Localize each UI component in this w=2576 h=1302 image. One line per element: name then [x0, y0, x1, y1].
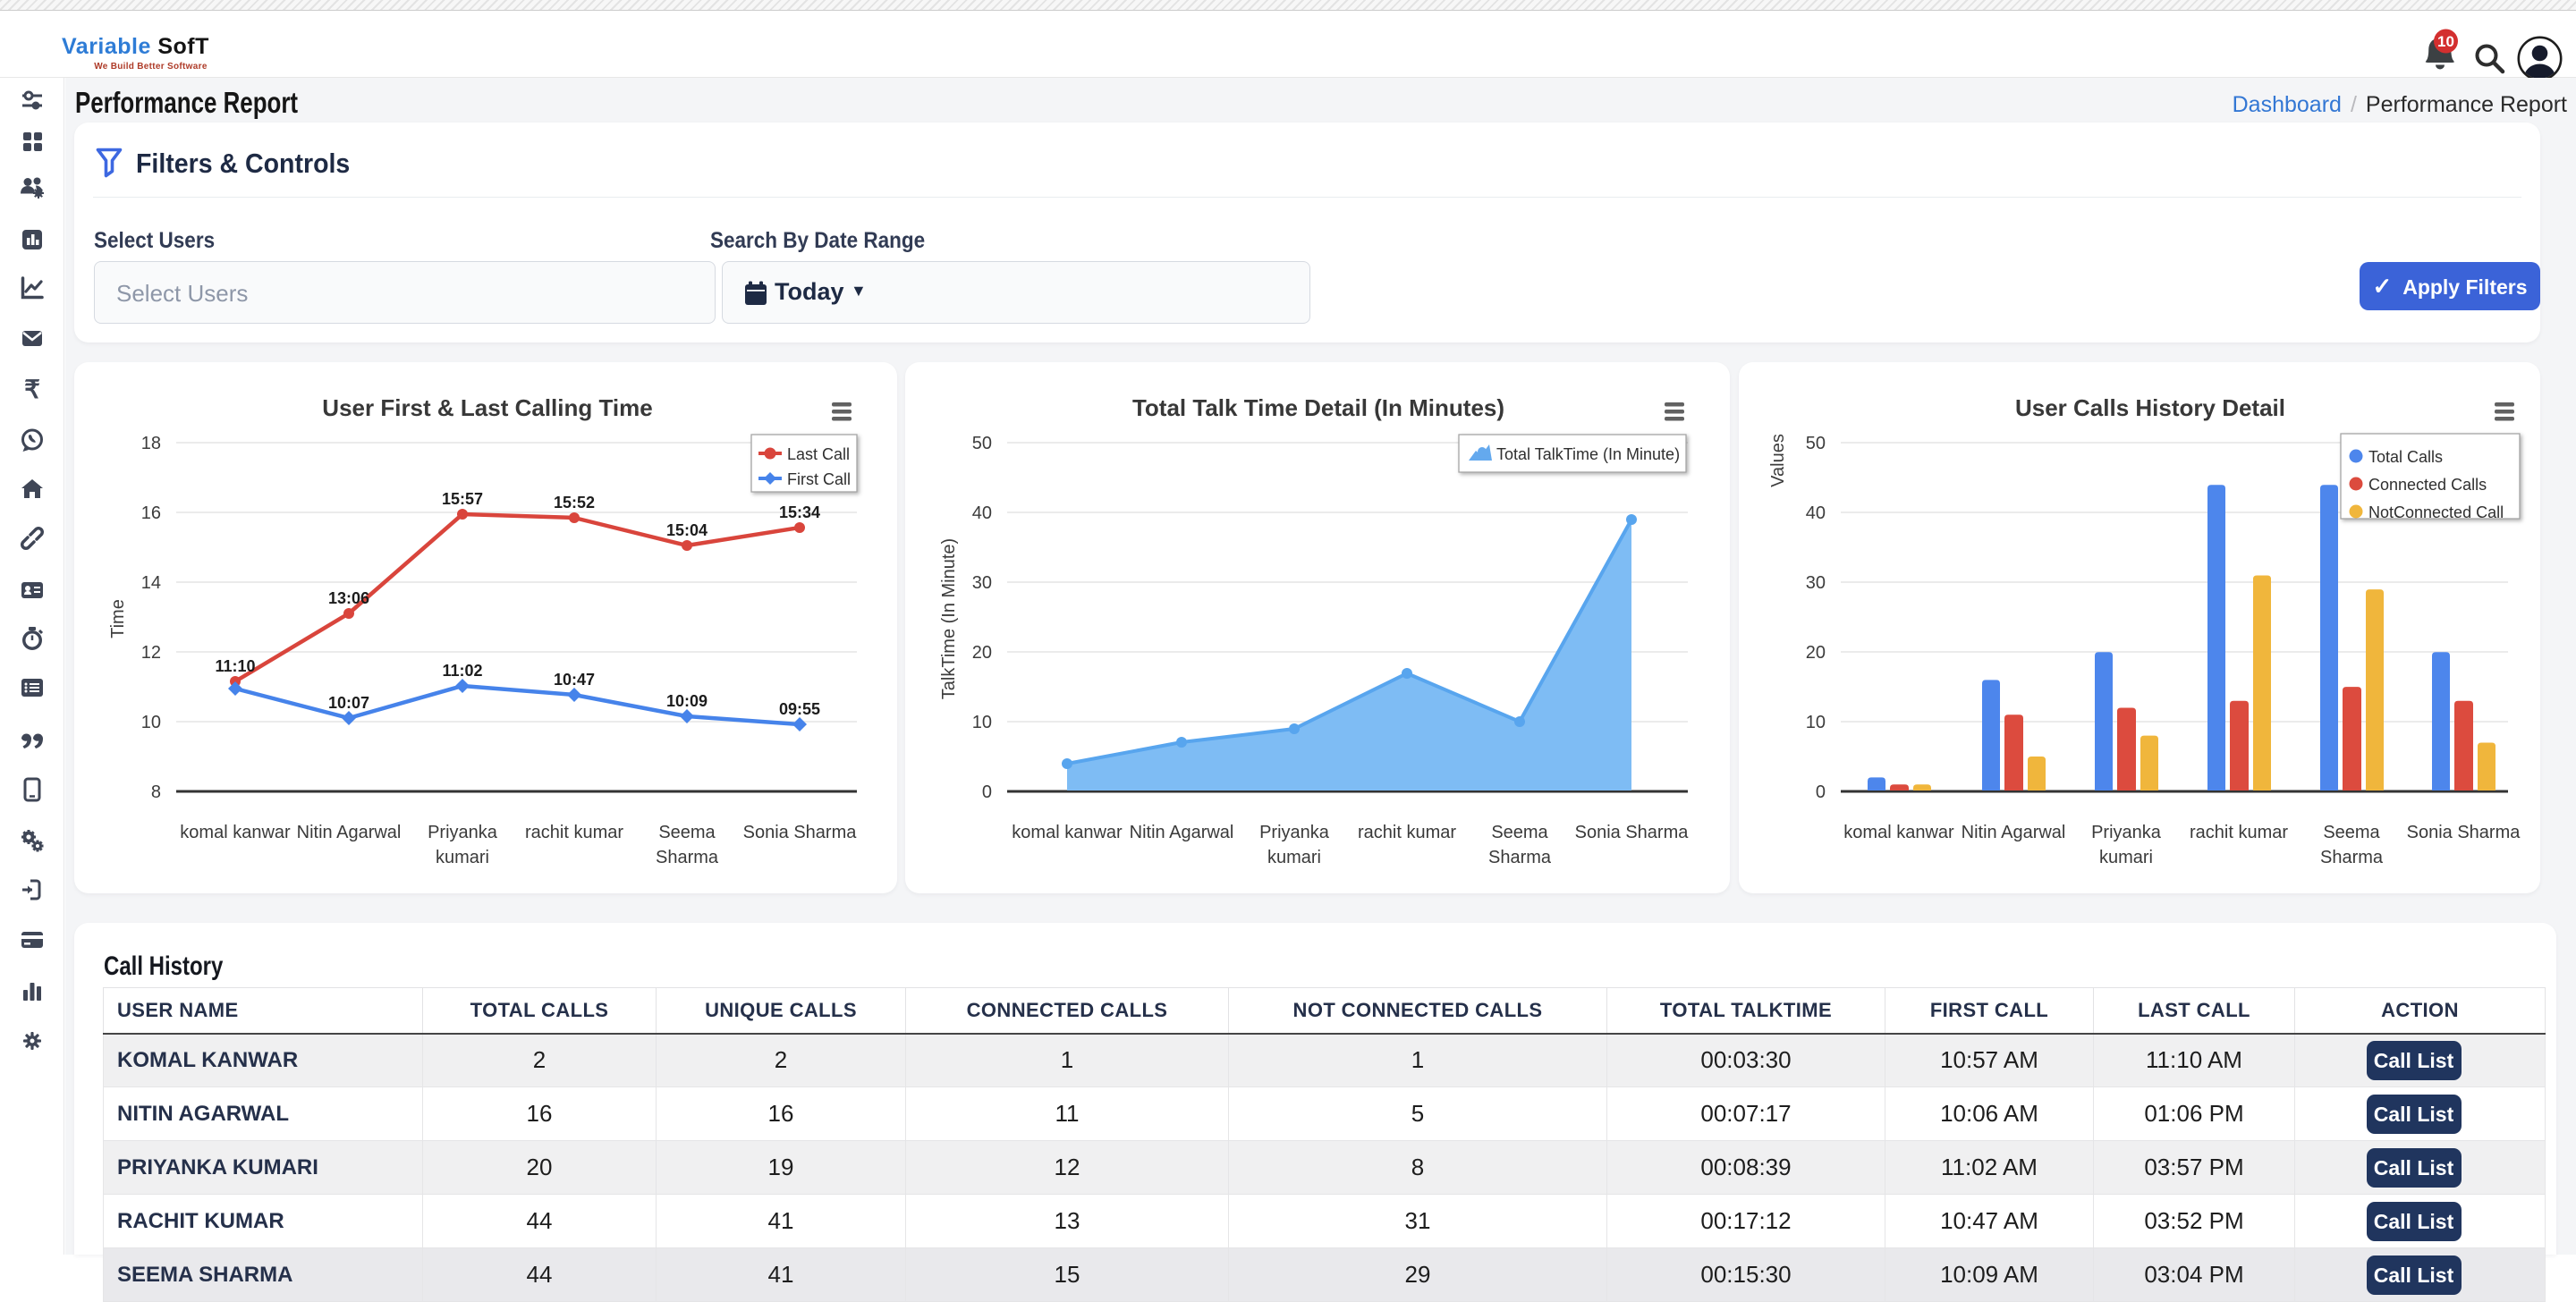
svg-text:User First & Last Calling Time: User First & Last Calling Time	[322, 394, 652, 421]
svg-text:Last Call: Last Call	[787, 445, 850, 463]
svg-text:11:02: 11:02	[442, 662, 482, 680]
svg-text:15:04: 15:04	[666, 521, 708, 539]
svg-text:User Calls History Detail: User Calls History Detail	[2015, 394, 2285, 421]
svg-text:10: 10	[2437, 33, 2454, 50]
svg-text:0: 0	[1816, 782, 1826, 802]
svg-text:kumari: kumari	[2099, 848, 2153, 867]
svg-text:30: 30	[972, 573, 992, 593]
svg-text:15:34: 15:34	[779, 503, 820, 521]
svg-text:18: 18	[141, 434, 161, 453]
svg-text:kumari: kumari	[1267, 848, 1321, 867]
svg-text:Connected Calls: Connected Calls	[2368, 476, 2487, 494]
svg-text:40: 40	[1806, 503, 1826, 523]
svg-text:15:57: 15:57	[442, 490, 483, 508]
svg-text:komal kanwar: komal kanwar	[180, 823, 291, 842]
svg-text:Seema: Seema	[658, 823, 716, 842]
svg-text:rachit kumar: rachit kumar	[1358, 823, 1456, 842]
svg-text:10: 10	[1806, 713, 1826, 732]
svg-text:Sonia Sharma: Sonia Sharma	[743, 823, 858, 842]
svg-text:Total Talk Time Detail (In Min: Total Talk Time Detail (In Minutes)	[1132, 394, 1504, 421]
svg-text:15:52: 15:52	[554, 494, 595, 512]
svg-text:11:10: 11:10	[215, 657, 255, 675]
svg-text:TalkTime (In Minute): TalkTime (In Minute)	[939, 538, 959, 699]
svg-text:Sonia Sharma: Sonia Sharma	[1575, 823, 1690, 842]
svg-text:komal kanwar: komal kanwar	[1843, 823, 1954, 842]
svg-text:10: 10	[972, 713, 992, 732]
svg-text:10:07: 10:07	[328, 694, 369, 712]
svg-text:50: 50	[972, 434, 992, 453]
svg-text:Seema: Seema	[2323, 823, 2380, 842]
svg-text:Priyanka: Priyanka	[428, 823, 498, 842]
svg-text:First Call: First Call	[787, 470, 851, 488]
svg-text:40: 40	[972, 503, 992, 523]
svg-text:10:47: 10:47	[554, 671, 595, 689]
svg-text:rachit kumar: rachit kumar	[525, 823, 623, 842]
svg-text:0: 0	[982, 782, 992, 802]
svg-text:Time: Time	[108, 599, 128, 638]
svg-text:Sharma: Sharma	[1488, 848, 1552, 867]
svg-text:NotConnected Call: NotConnected Call	[2368, 503, 2504, 521]
svg-text:komal kanwar: komal kanwar	[1012, 823, 1123, 842]
svg-text:8: 8	[151, 782, 161, 802]
svg-text:09:55: 09:55	[779, 700, 820, 718]
svg-text:Total TalkTime (In Minute): Total TalkTime (In Minute)	[1496, 445, 1680, 463]
svg-text:Total Calls: Total Calls	[2368, 448, 2443, 466]
svg-text:rachit kumar: rachit kumar	[2190, 823, 2288, 842]
svg-text:Nitin Agarwal: Nitin Agarwal	[1962, 823, 2066, 842]
svg-text:Values: Values	[1768, 434, 1788, 487]
svg-text:Seema: Seema	[1491, 823, 1548, 842]
svg-text:Nitin Agarwal: Nitin Agarwal	[1130, 823, 1234, 842]
svg-text:Priyanka: Priyanka	[1259, 823, 1330, 842]
svg-text:13:06: 13:06	[328, 589, 369, 607]
svg-text:Priyanka: Priyanka	[2091, 823, 2162, 842]
svg-text:Sonia Sharma: Sonia Sharma	[2407, 823, 2521, 842]
svg-text:16: 16	[141, 503, 161, 523]
svg-text:12: 12	[141, 643, 161, 663]
svg-text:Sharma: Sharma	[2320, 848, 2384, 867]
svg-text:50: 50	[1806, 434, 1826, 453]
svg-text:14: 14	[141, 573, 161, 593]
svg-text:Sharma: Sharma	[656, 848, 719, 867]
svg-text:20: 20	[972, 643, 992, 663]
svg-text:10:09: 10:09	[666, 692, 708, 710]
svg-text:Nitin Agarwal: Nitin Agarwal	[297, 823, 402, 842]
svg-text:10: 10	[141, 713, 161, 732]
svg-text:₹: ₹	[24, 376, 40, 402]
svg-text:kumari: kumari	[436, 848, 489, 867]
svg-text:20: 20	[1806, 643, 1826, 663]
svg-text:30: 30	[1806, 573, 1826, 593]
